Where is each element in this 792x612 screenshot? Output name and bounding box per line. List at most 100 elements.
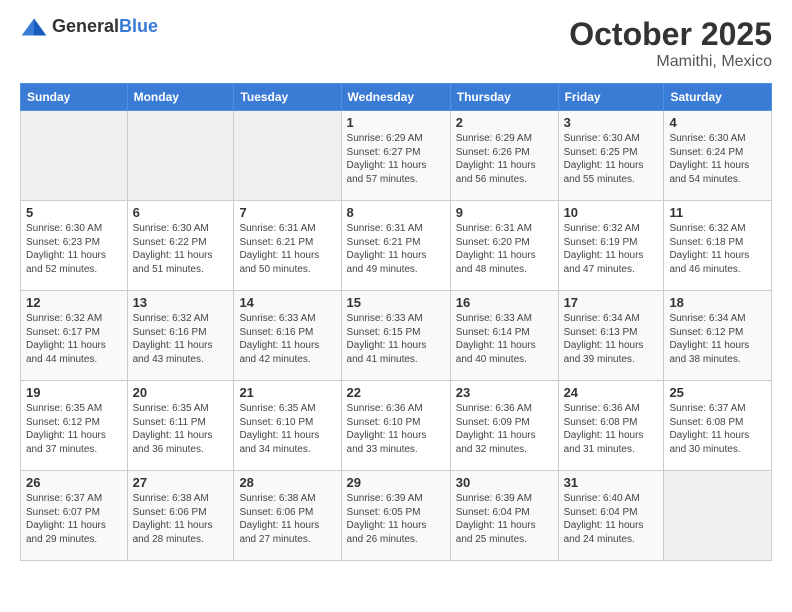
calendar-cell	[234, 111, 341, 201]
day-number: 26	[26, 475, 122, 490]
day-info: Sunrise: 6:38 AM Sunset: 6:06 PM Dayligh…	[133, 492, 229, 546]
calendar-cell: 30 Sunrise: 6:39 AM Sunset: 6:04 PM Dayli…	[450, 471, 558, 561]
calendar-cell: 3 Sunrise: 6:30 AM Sunset: 6:25 PM Daylig…	[558, 111, 664, 201]
day-info: Sunrise: 6:34 AM Sunset: 6:13 PM Dayligh…	[564, 312, 659, 366]
day-info: Sunrise: 6:35 AM Sunset: 6:12 PM Dayligh…	[26, 402, 122, 456]
calendar-cell: 7 Sunrise: 6:31 AM Sunset: 6:21 PM Daylig…	[234, 201, 341, 291]
day-info: Sunrise: 6:36 AM Sunset: 6:08 PM Dayligh…	[564, 402, 659, 456]
day-info: Sunrise: 6:30 AM Sunset: 6:25 PM Dayligh…	[564, 132, 659, 186]
weekday-header-thursday: Thursday	[450, 84, 558, 111]
week-row-2: 5 Sunrise: 6:30 AM Sunset: 6:23 PM Daylig…	[21, 201, 772, 291]
day-info: Sunrise: 6:33 AM Sunset: 6:14 PM Dayligh…	[456, 312, 553, 366]
logo-blue: Blue	[119, 16, 158, 36]
calendar-cell: 22Sunrise: 6:36 AM Sunset: 6:10 PM Dayli…	[341, 381, 450, 471]
month-title: October 2025	[569, 16, 772, 53]
day-info: Sunrise: 6:31 AM Sunset: 6:21 PM Dayligh…	[239, 222, 335, 276]
day-number: 18	[669, 295, 766, 310]
calendar-cell: 26 Sunrise: 6:37 AM Sunset: 6:07 PM Dayli…	[21, 471, 128, 561]
weekday-header-wednesday: Wednesday	[341, 84, 450, 111]
calendar-cell: 17 Sunrise: 6:34 AM Sunset: 6:13 PM Dayli…	[558, 291, 664, 381]
calendar-cell	[127, 111, 234, 201]
day-number: 7	[239, 205, 335, 220]
calendar-cell: 27 Sunrise: 6:38 AM Sunset: 6:06 PM Dayli…	[127, 471, 234, 561]
weekday-header-tuesday: Tuesday	[234, 84, 341, 111]
day-number: 2	[456, 115, 553, 130]
day-number: 12	[26, 295, 122, 310]
day-number: 16	[456, 295, 553, 310]
weekday-header-saturday: Saturday	[664, 84, 772, 111]
day-info: Sunrise: 6:30 AM Sunset: 6:24 PM Dayligh…	[669, 132, 766, 186]
day-info: Sunrise: 6:39 AM Sunset: 6:05 PM Dayligh…	[347, 492, 445, 546]
day-number: 20	[133, 385, 229, 400]
day-info: Sunrise: 6:35 AM Sunset: 6:11 PM Dayligh…	[133, 402, 229, 456]
day-number: 27	[133, 475, 229, 490]
day-number: 5	[26, 205, 122, 220]
day-number: 28	[239, 475, 335, 490]
calendar-cell: 10 Sunrise: 6:32 AM Sunset: 6:19 PM Dayli…	[558, 201, 664, 291]
calendar-cell: 25 Sunrise: 6:37 AM Sunset: 6:08 PM Dayli…	[664, 381, 772, 471]
day-number: 6	[133, 205, 229, 220]
day-info: Sunrise: 6:32 AM Sunset: 6:17 PM Dayligh…	[26, 312, 122, 366]
calendar-cell: 28 Sunrise: 6:38 AM Sunset: 6:06 PM Dayli…	[234, 471, 341, 561]
day-number: 21	[239, 385, 335, 400]
day-number: 14	[239, 295, 335, 310]
day-number: 3	[564, 115, 659, 130]
week-row-3: 12 Sunrise: 6:32 AM Sunset: 6:17 PM Dayli…	[21, 291, 772, 381]
day-info: Sunrise: 6:38 AM Sunset: 6:06 PM Dayligh…	[239, 492, 335, 546]
day-number: 17	[564, 295, 659, 310]
calendar-cell: 31Sunrise: 6:40 AM Sunset: 6:04 PM Dayli…	[558, 471, 664, 561]
day-number: 11	[669, 205, 766, 220]
header: GeneralBlue October 2025 Mamithi, Mexico	[20, 16, 772, 71]
week-row-5: 26 Sunrise: 6:37 AM Sunset: 6:07 PM Dayli…	[21, 471, 772, 561]
calendar-cell: 1Sunrise: 6:29 AM Sunset: 6:27 PM Daylig…	[341, 111, 450, 201]
day-info: Sunrise: 6:36 AM Sunset: 6:10 PM Dayligh…	[347, 402, 445, 456]
calendar-cell: 9 Sunrise: 6:31 AM Sunset: 6:20 PM Daylig…	[450, 201, 558, 291]
weekday-header-row: SundayMondayTuesdayWednesdayThursdayFrid…	[21, 84, 772, 111]
day-info: Sunrise: 6:34 AM Sunset: 6:12 PM Dayligh…	[669, 312, 766, 366]
day-number: 15	[347, 295, 445, 310]
day-info: Sunrise: 6:32 AM Sunset: 6:19 PM Dayligh…	[564, 222, 659, 276]
day-number: 25	[669, 385, 766, 400]
calendar-cell: 8 Sunrise: 6:31 AM Sunset: 6:21 PM Daylig…	[341, 201, 450, 291]
logo-general: General	[52, 16, 119, 36]
day-info: Sunrise: 6:30 AM Sunset: 6:23 PM Dayligh…	[26, 222, 122, 276]
day-info: Sunrise: 6:37 AM Sunset: 6:07 PM Dayligh…	[26, 492, 122, 546]
day-number: 10	[564, 205, 659, 220]
location-title: Mamithi, Mexico	[569, 53, 772, 71]
logo-icon	[20, 17, 48, 37]
calendar-cell: 24Sunrise: 6:36 AM Sunset: 6:08 PM Dayli…	[558, 381, 664, 471]
day-number: 4	[669, 115, 766, 130]
day-info: Sunrise: 6:39 AM Sunset: 6:04 PM Dayligh…	[456, 492, 553, 546]
weekday-header-friday: Friday	[558, 84, 664, 111]
week-row-1: 1Sunrise: 6:29 AM Sunset: 6:27 PM Daylig…	[21, 111, 772, 201]
day-number: 9	[456, 205, 553, 220]
day-info: Sunrise: 6:31 AM Sunset: 6:20 PM Dayligh…	[456, 222, 553, 276]
day-info: Sunrise: 6:33 AM Sunset: 6:15 PM Dayligh…	[347, 312, 445, 366]
calendar-cell: 18 Sunrise: 6:34 AM Sunset: 6:12 PM Dayli…	[664, 291, 772, 381]
day-info: Sunrise: 6:31 AM Sunset: 6:21 PM Dayligh…	[347, 222, 445, 276]
day-number: 1	[347, 115, 445, 130]
day-info: Sunrise: 6:29 AM Sunset: 6:26 PM Dayligh…	[456, 132, 553, 186]
day-info: Sunrise: 6:32 AM Sunset: 6:16 PM Dayligh…	[133, 312, 229, 366]
day-number: 30	[456, 475, 553, 490]
day-number: 8	[347, 205, 445, 220]
calendar-cell: 11Sunrise: 6:32 AM Sunset: 6:18 PM Dayli…	[664, 201, 772, 291]
day-info: Sunrise: 6:36 AM Sunset: 6:09 PM Dayligh…	[456, 402, 553, 456]
page: GeneralBlue October 2025 Mamithi, Mexico…	[0, 0, 792, 577]
calendar-cell: 6 Sunrise: 6:30 AM Sunset: 6:22 PM Daylig…	[127, 201, 234, 291]
calendar-cell: 12 Sunrise: 6:32 AM Sunset: 6:17 PM Dayli…	[21, 291, 128, 381]
calendar-cell	[21, 111, 128, 201]
calendar: SundayMondayTuesdayWednesdayThursdayFrid…	[20, 83, 772, 561]
day-number: 19	[26, 385, 122, 400]
calendar-cell: 14 Sunrise: 6:33 AM Sunset: 6:16 PM Dayli…	[234, 291, 341, 381]
calendar-cell: 15 Sunrise: 6:33 AM Sunset: 6:15 PM Dayli…	[341, 291, 450, 381]
day-info: Sunrise: 6:37 AM Sunset: 6:08 PM Dayligh…	[669, 402, 766, 456]
calendar-cell: 2 Sunrise: 6:29 AM Sunset: 6:26 PM Daylig…	[450, 111, 558, 201]
calendar-cell: 20 Sunrise: 6:35 AM Sunset: 6:11 PM Dayli…	[127, 381, 234, 471]
weekday-header-monday: Monday	[127, 84, 234, 111]
calendar-cell: 13Sunrise: 6:32 AM Sunset: 6:16 PM Dayli…	[127, 291, 234, 381]
day-info: Sunrise: 6:30 AM Sunset: 6:22 PM Dayligh…	[133, 222, 229, 276]
calendar-cell: 29Sunrise: 6:39 AM Sunset: 6:05 PM Dayli…	[341, 471, 450, 561]
day-info: Sunrise: 6:33 AM Sunset: 6:16 PM Dayligh…	[239, 312, 335, 366]
day-info: Sunrise: 6:40 AM Sunset: 6:04 PM Dayligh…	[564, 492, 659, 546]
